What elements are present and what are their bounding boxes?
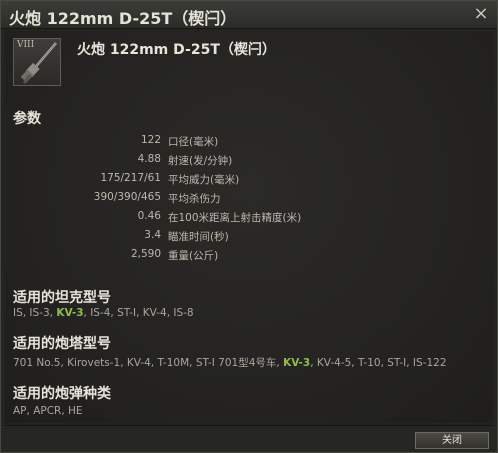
window-title: 火炮 122mm D-25T（楔闩） bbox=[9, 9, 237, 28]
param-row-aim-time: 3.4 瞄准时间(秒) bbox=[5, 227, 493, 245]
param-value: 0.46 bbox=[137, 210, 161, 222]
param-label: 重量(公斤) bbox=[168, 250, 219, 262]
param-value: 390/390/465 bbox=[93, 191, 161, 203]
footer-bar: 关闭 bbox=[1, 426, 497, 452]
current-tank-highlight: KV-3 bbox=[283, 357, 311, 369]
close-button[interactable]: 关闭 bbox=[415, 432, 489, 449]
compatible-shells-list: AP, APCR, HE bbox=[13, 405, 83, 417]
param-label: 口径(毫米) bbox=[168, 136, 219, 148]
param-row-caliber: 122 口径(毫米) bbox=[5, 132, 493, 150]
param-label: 在100米距离上射击精度(米) bbox=[168, 212, 302, 224]
tanks-text-after: , IS-4, ST-I, KV-4, IS-8 bbox=[83, 307, 194, 319]
param-value: 175/217/61 bbox=[100, 172, 161, 184]
param-label: 平均杀伤力 bbox=[168, 193, 221, 205]
module-details-panel: VIII 火炮 122mm D-25T（楔闩） 参数 122 口径(毫米) 4.… bbox=[5, 31, 493, 423]
current-tank-highlight: KV-3 bbox=[56, 307, 84, 319]
turrets-text-after: , KV-4-5, T-10, ST-I, IS-122 bbox=[310, 357, 447, 369]
tanks-text-before: IS, IS-3, bbox=[13, 307, 57, 319]
param-value: 2,590 bbox=[130, 248, 161, 260]
param-value: 122 bbox=[140, 134, 161, 146]
param-value: 4.88 bbox=[137, 153, 161, 165]
gun-barrel-icon: VIII bbox=[13, 38, 61, 86]
module-name: 火炮 122mm D-25T（楔闩） bbox=[77, 42, 276, 58]
compatible-shells-heading: 适用的炮弹种类 bbox=[13, 386, 111, 402]
param-label: 瞄准时间(秒) bbox=[168, 231, 229, 243]
module-info-window: 火炮 122mm D-25T（楔闩） × VIII 火炮 122mm D-25T… bbox=[0, 0, 498, 453]
param-label: 射速(发/分钟) bbox=[168, 155, 233, 167]
compatible-turrets-heading: 适用的炮塔型号 bbox=[13, 336, 111, 352]
param-value: 3.4 bbox=[144, 229, 161, 241]
params-heading: 参数 bbox=[13, 111, 41, 127]
compatible-tanks-heading: 适用的坦克型号 bbox=[13, 290, 111, 306]
gun-barrel-graphic bbox=[20, 42, 57, 84]
turrets-text-before: 701 No.5, Kirovets-1, KV-4, T-10M, ST-I … bbox=[13, 357, 284, 369]
close-icon[interactable]: × bbox=[471, 4, 491, 24]
param-row-penetration: 175/217/61 平均威力(毫米) bbox=[5, 170, 493, 188]
compatible-tanks-list: IS, IS-3, KV-3, IS-4, ST-I, KV-4, IS-8 bbox=[13, 307, 194, 319]
param-row-accuracy: 0.46 在100米距离上射击精度(米) bbox=[5, 208, 493, 226]
compatible-turrets-list: 701 No.5, Kirovets-1, KV-4, T-10M, ST-I … bbox=[13, 355, 447, 370]
title-bar[interactable]: 火炮 122mm D-25T（楔闩） × bbox=[1, 1, 497, 29]
param-label: 平均威力(毫米) bbox=[168, 174, 240, 186]
param-row-weight: 2,590 重量(公斤) bbox=[5, 246, 493, 264]
param-row-damage: 390/390/465 平均杀伤力 bbox=[5, 189, 493, 207]
param-row-rate-of-fire: 4.88 射速(发/分钟) bbox=[5, 151, 493, 169]
